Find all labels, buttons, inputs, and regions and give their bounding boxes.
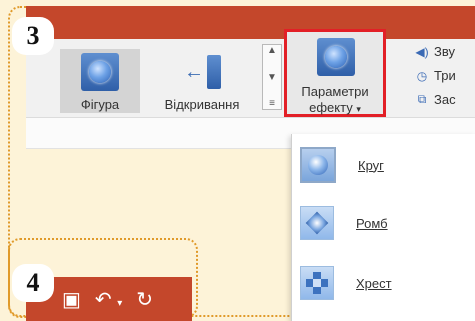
- opening-effect-icon: ←: [183, 53, 221, 91]
- dropdown-item-circle[interactable]: Круг: [292, 142, 475, 188]
- diamond-label: Ромб: [356, 215, 388, 231]
- effect-options-line2: ефекту: [309, 100, 353, 115]
- circle-shape-icon: [300, 147, 336, 183]
- undo-icon[interactable]: ↶ ▾: [95, 287, 122, 312]
- effect-options-dropdown: Круг Ромб Хрест: [291, 134, 475, 321]
- redo-icon[interactable]: ↻: [136, 287, 153, 312]
- clock-icon: ◷: [416, 68, 428, 83]
- effect-options-icon: [317, 38, 355, 76]
- delay-label: Зас: [434, 92, 456, 107]
- opening-label: Відкривання: [164, 97, 240, 112]
- cross-label: Хрест: [356, 275, 392, 291]
- delay-option[interactable]: ⧉ Зас: [414, 92, 456, 107]
- effect-options-button[interactable]: Параметри ефекту ▾: [284, 29, 386, 117]
- title-bar: [26, 6, 475, 39]
- window-icon: ⧉: [417, 92, 427, 106]
- cross-shape-icon: [300, 266, 334, 300]
- effect-options-line1: Параметри: [301, 84, 369, 99]
- circle-label: Круг: [358, 157, 384, 173]
- diamond-shape-icon: [300, 206, 334, 240]
- duration-option[interactable]: ◷ Три: [414, 68, 456, 83]
- speaker-icon: ◀): [415, 44, 429, 59]
- dropdown-item-diamond[interactable]: Ромб: [292, 200, 475, 246]
- duration-label: Три: [434, 68, 456, 83]
- step-badge-4: 4: [12, 264, 54, 302]
- shape-button[interactable]: Фігура: [60, 49, 140, 113]
- ribbon: Фігура ← Відкривання: [26, 39, 475, 118]
- sound-option[interactable]: ◀) Зву: [414, 44, 455, 59]
- gallery-more-icon[interactable]: ≡: [269, 98, 275, 109]
- chevron-down-icon: ▾: [356, 104, 361, 114]
- shape-label: Фігура: [80, 97, 120, 112]
- opening-button[interactable]: ← Відкривання: [150, 53, 254, 112]
- save-icon[interactable]: ▣: [62, 287, 81, 312]
- scroll-down-icon[interactable]: ▼: [267, 72, 277, 83]
- sound-label: Зву: [434, 44, 455, 59]
- step-badge-3: 3: [12, 17, 54, 55]
- circle-effect-icon: [81, 53, 119, 91]
- gallery-scrollbar[interactable]: ▲ ▼ ≡: [262, 44, 282, 110]
- dropdown-item-cross[interactable]: Хрест: [292, 260, 475, 306]
- scroll-up-icon[interactable]: ▲: [267, 45, 277, 56]
